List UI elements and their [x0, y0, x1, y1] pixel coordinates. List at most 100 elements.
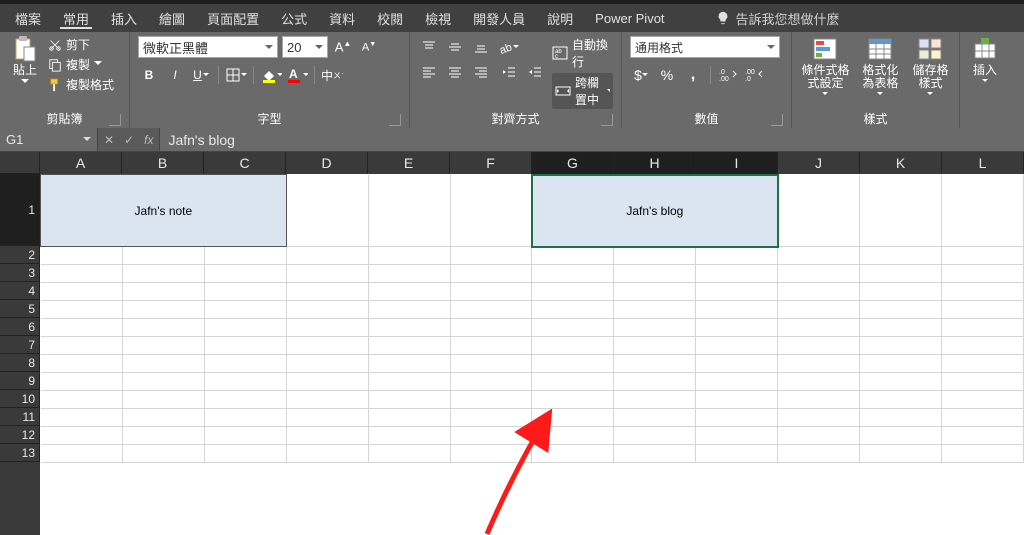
- cell[interactable]: [696, 247, 778, 265]
- cell[interactable]: [942, 391, 1024, 409]
- cell[interactable]: [778, 427, 860, 445]
- paste-button[interactable]: 貼上: [8, 36, 42, 87]
- fx-icon[interactable]: fx: [144, 133, 153, 147]
- tab-formulas[interactable]: 公式: [270, 4, 318, 32]
- align-middle-button[interactable]: [444, 36, 466, 58]
- cell[interactable]: [450, 427, 532, 445]
- align-center-button[interactable]: [444, 61, 466, 83]
- row-header[interactable]: 3: [0, 264, 40, 282]
- cell[interactable]: [942, 373, 1024, 391]
- cell[interactable]: [778, 373, 860, 391]
- cell[interactable]: [122, 373, 204, 391]
- font-size-combo[interactable]: 20: [282, 36, 328, 58]
- cell[interactable]: [942, 301, 1024, 319]
- cell[interactable]: [860, 391, 942, 409]
- tell-me-search[interactable]: 告訴我您想做什麼: [716, 9, 840, 28]
- cell[interactable]: [860, 283, 942, 301]
- column-header[interactable]: E: [368, 152, 450, 174]
- insert-cells-button[interactable]: 插入: [968, 36, 1002, 83]
- cell[interactable]: [778, 301, 860, 319]
- increase-indent-button[interactable]: [524, 61, 546, 83]
- font-color-button[interactable]: A: [286, 64, 308, 86]
- cell[interactable]: [286, 391, 368, 409]
- cell[interactable]: [450, 445, 532, 463]
- row-header[interactable]: 2: [0, 246, 40, 264]
- cell[interactable]: [286, 445, 368, 463]
- tab-home[interactable]: 常用: [52, 4, 100, 32]
- cell[interactable]: [368, 301, 450, 319]
- tab-draw[interactable]: 繪圖: [148, 4, 196, 32]
- cell[interactable]: [614, 355, 696, 373]
- cell[interactable]: [696, 265, 778, 283]
- cell[interactable]: [860, 445, 942, 463]
- cell[interactable]: [778, 409, 860, 427]
- cell[interactable]: [204, 373, 286, 391]
- cell[interactable]: [286, 283, 368, 301]
- cut-button[interactable]: 剪下: [48, 36, 114, 53]
- cell[interactable]: [532, 265, 614, 283]
- cell[interactable]: [41, 391, 123, 409]
- format-painter-button[interactable]: 複製格式: [48, 76, 114, 93]
- cell[interactable]: [41, 409, 123, 427]
- tab-help[interactable]: 說明: [536, 4, 584, 32]
- comma-button[interactable]: ,: [682, 64, 704, 86]
- cell[interactable]: [860, 247, 942, 265]
- tab-powerpivot[interactable]: Power Pivot: [584, 4, 675, 32]
- cell[interactable]: [122, 391, 204, 409]
- row-header[interactable]: 8: [0, 354, 40, 372]
- row-header[interactable]: 12: [0, 426, 40, 444]
- cell[interactable]: [614, 283, 696, 301]
- column-header[interactable]: A: [40, 152, 122, 174]
- cancel-icon[interactable]: ✕: [104, 133, 114, 147]
- copy-button[interactable]: 複製: [48, 56, 114, 73]
- cell[interactable]: [778, 445, 860, 463]
- fill-color-button[interactable]: [260, 64, 282, 86]
- cell[interactable]: [368, 355, 450, 373]
- cell[interactable]: [778, 247, 860, 265]
- formula-input[interactable]: Jafn's blog: [160, 128, 1024, 151]
- cell[interactable]: [41, 301, 123, 319]
- cell[interactable]: [860, 301, 942, 319]
- align-bottom-button[interactable]: [470, 36, 492, 58]
- borders-button[interactable]: [225, 64, 247, 86]
- row-header[interactable]: 6: [0, 318, 40, 336]
- italic-button[interactable]: I: [164, 64, 186, 86]
- row-header[interactable]: 13: [0, 444, 40, 462]
- cell[interactable]: [450, 337, 532, 355]
- cell[interactable]: [122, 301, 204, 319]
- cell-grid[interactable]: Jafn's noteJafn's blog: [40, 174, 1024, 535]
- align-left-button[interactable]: [418, 61, 440, 83]
- cell[interactable]: [696, 319, 778, 337]
- row-header[interactable]: 5: [0, 300, 40, 318]
- cell[interactable]: [204, 319, 286, 337]
- cell[interactable]: [696, 355, 778, 373]
- wrap-text-button[interactable]: abc 自動換行: [552, 36, 613, 70]
- decrease-decimal-button[interactable]: .00.0: [743, 64, 765, 86]
- cell[interactable]: [450, 247, 532, 265]
- cell[interactable]: [778, 337, 860, 355]
- cell[interactable]: [41, 337, 123, 355]
- cell[interactable]: [122, 427, 204, 445]
- cell[interactable]: [532, 373, 614, 391]
- cell[interactable]: [942, 175, 1024, 247]
- row-header[interactable]: 7: [0, 336, 40, 354]
- row-header[interactable]: 9: [0, 372, 40, 390]
- cell[interactable]: [778, 391, 860, 409]
- percent-button[interactable]: %: [656, 64, 678, 86]
- confirm-icon[interactable]: ✓: [124, 133, 134, 147]
- cell[interactable]: [368, 427, 450, 445]
- underline-button[interactable]: U: [190, 64, 212, 86]
- row-header[interactable]: 1: [0, 174, 40, 246]
- cell[interactable]: [450, 283, 532, 301]
- tab-insert[interactable]: 插入: [100, 4, 148, 32]
- cell[interactable]: [614, 265, 696, 283]
- cell[interactable]: [122, 337, 204, 355]
- cell[interactable]: [204, 265, 286, 283]
- cell[interactable]: [942, 427, 1024, 445]
- align-right-button[interactable]: [470, 61, 492, 83]
- cell[interactable]: [204, 301, 286, 319]
- column-header[interactable]: C: [204, 152, 286, 174]
- cell[interactable]: [614, 391, 696, 409]
- format-as-table-button[interactable]: 格式化為表格: [857, 36, 904, 96]
- cell[interactable]: [286, 355, 368, 373]
